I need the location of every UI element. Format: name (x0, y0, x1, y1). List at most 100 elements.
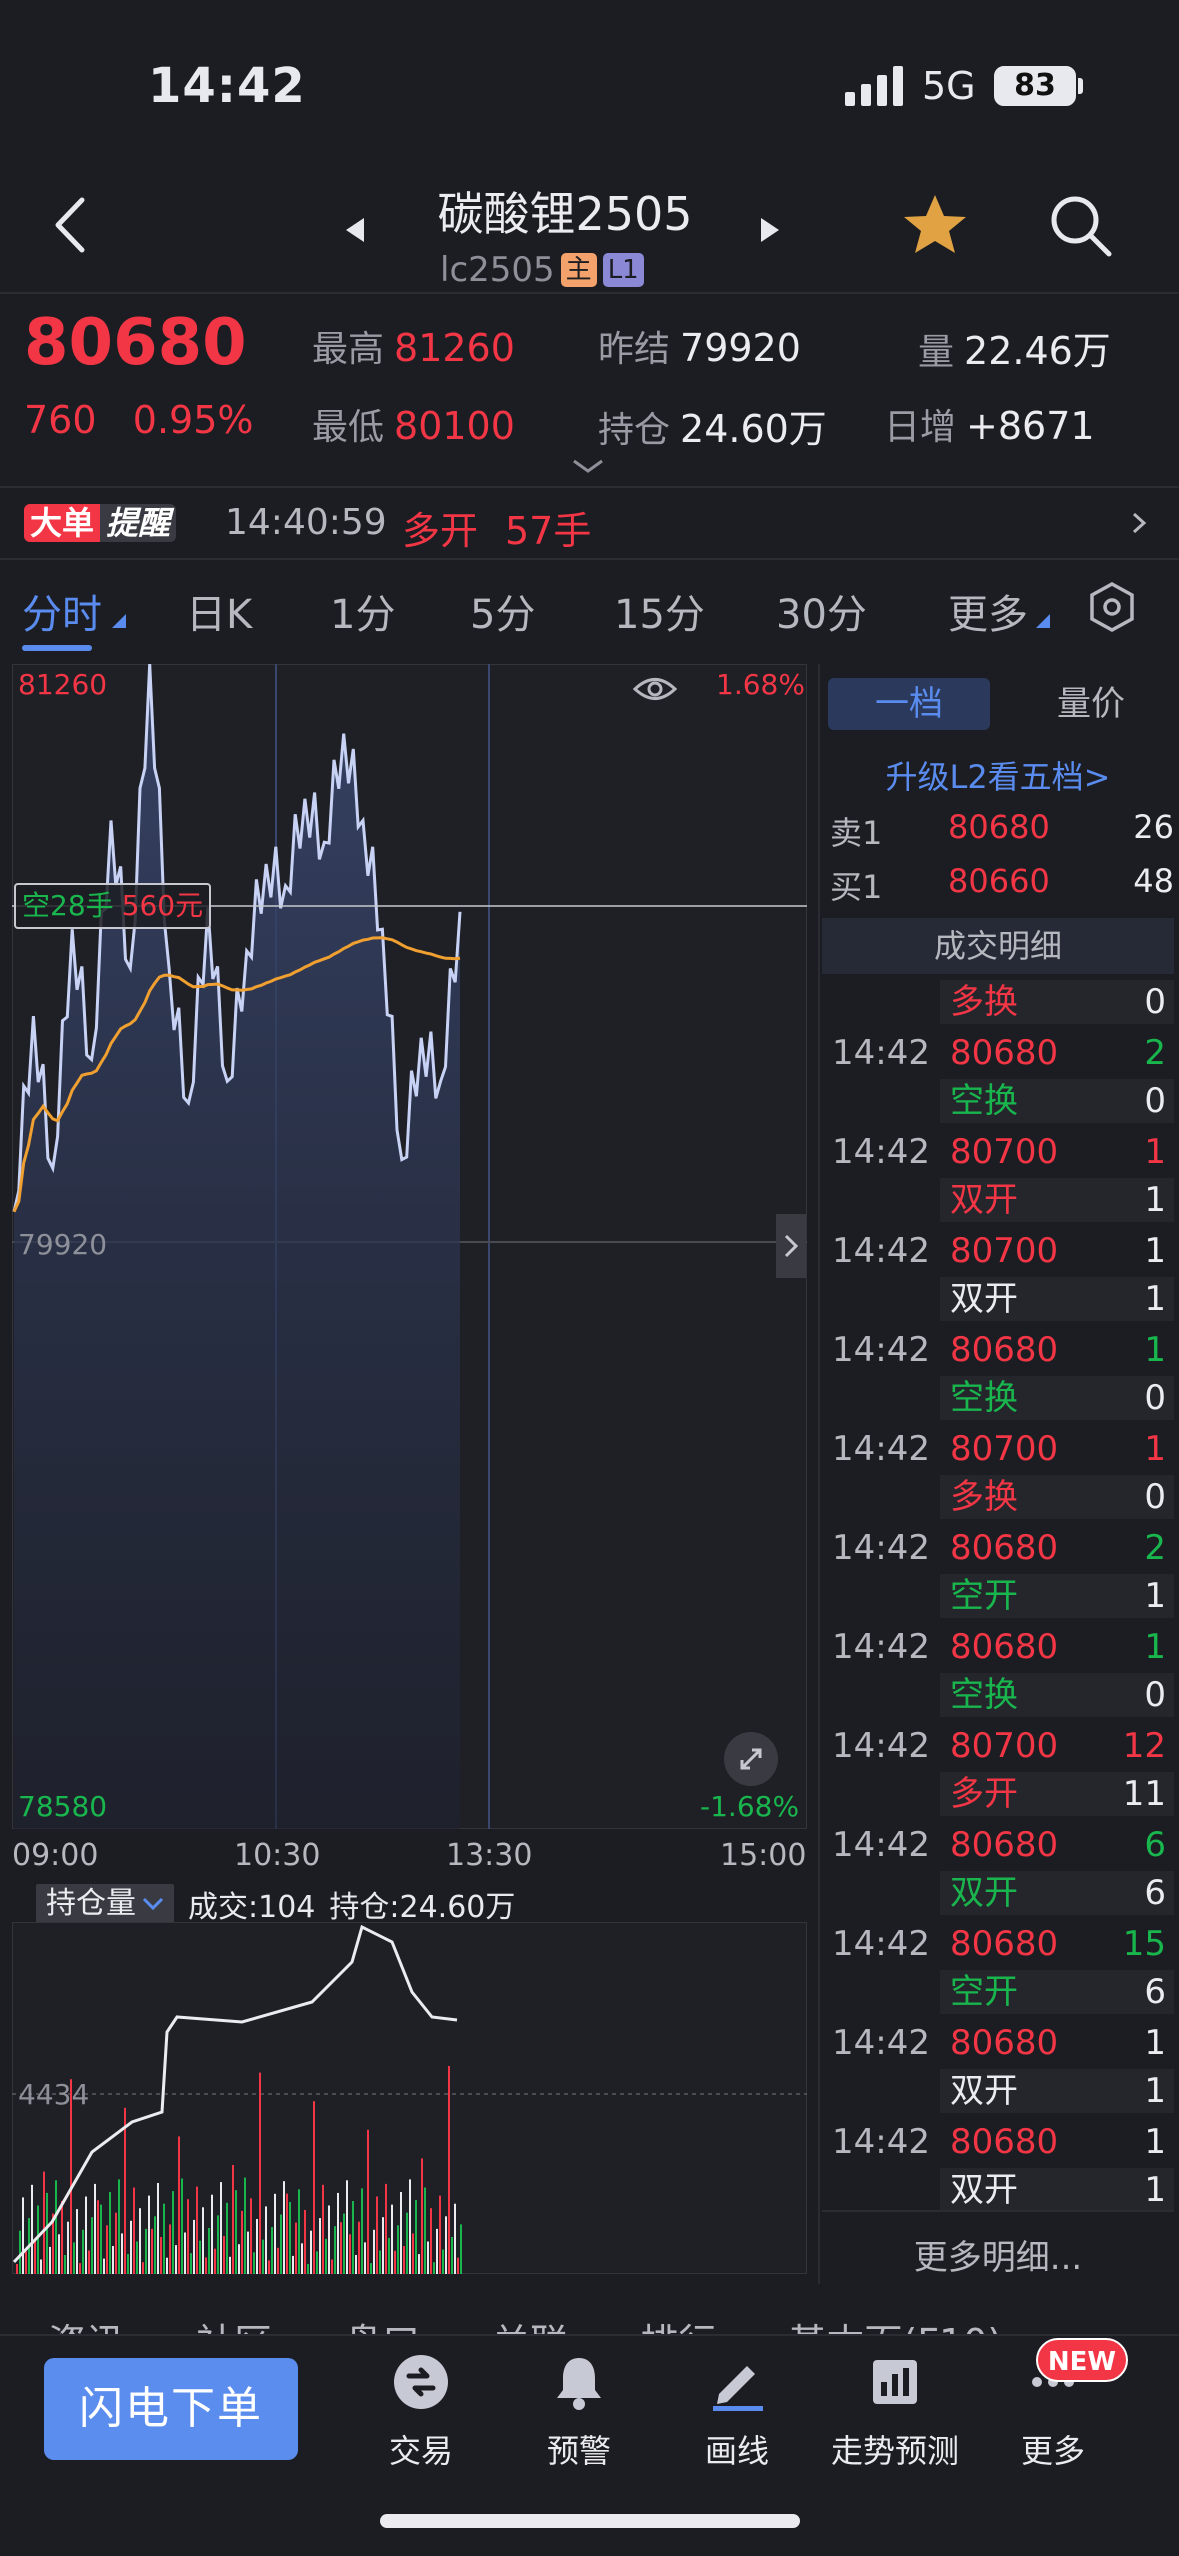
trade-price: 80680 (950, 2122, 1059, 2162)
search-icon[interactable] (1045, 190, 1115, 260)
trade-qty: 1 (1144, 1132, 1166, 1172)
trade-main: 14:42 80700 12 (822, 1723, 1174, 1769)
volume-bar (370, 2263, 372, 2274)
volume-bar (325, 2238, 327, 2274)
volume-bar (289, 2201, 291, 2274)
tab-more[interactable]: 更多 (948, 582, 1028, 640)
volume-bar (64, 2255, 66, 2274)
volume-bar (319, 2218, 321, 2274)
trade-qty: 2 (1144, 1033, 1166, 1073)
volume-bar (88, 2250, 90, 2274)
alert-badge-a: 大单 (24, 504, 101, 542)
eye-icon[interactable] (632, 672, 678, 706)
volume-bar (436, 2228, 438, 2274)
trade-type-label: 空开 (950, 1972, 1018, 2012)
tab-30min[interactable]: 30分 (776, 582, 867, 640)
tab-15min[interactable]: 15分 (614, 582, 705, 640)
volume-bar (280, 2214, 282, 2274)
trade-qty: 2 (1144, 1528, 1166, 1568)
tab-1min[interactable]: 1分 (330, 582, 395, 640)
open-interest-chart[interactable] (12, 1922, 807, 2274)
more-detail-link[interactable]: 更多明细... (822, 2230, 1174, 2279)
settings-hexagon-icon[interactable] (1085, 580, 1139, 634)
volume-bar (25, 2251, 27, 2274)
nav-forecast[interactable]: 走势预测 (830, 2352, 960, 2472)
nav-draw[interactable]: 画线 (672, 2352, 802, 2472)
next-contract-icon[interactable] (755, 210, 785, 250)
back-icon[interactable] (40, 190, 110, 260)
nav-draw-label: 画线 (704, 2432, 769, 2470)
prev-contract-icon[interactable] (340, 210, 370, 250)
trade-price: 80700 (950, 1231, 1059, 1271)
position-label: 空28手 560元 (14, 883, 212, 929)
volume-bar (367, 2129, 369, 2274)
nav-alert[interactable]: 预警 (514, 2352, 644, 2472)
volume-bar (214, 2248, 216, 2274)
volume-bar (19, 2230, 21, 2274)
volume-bar (217, 2215, 219, 2274)
chevron-right-icon[interactable] (776, 1214, 806, 1278)
trade-type: 多换 0 (940, 1475, 1174, 1519)
info-tabs[interactable]: 资讯 社区 盘口 关联 排行 基本面(F10) (0, 2290, 1179, 2334)
chevron-down-icon[interactable] (568, 455, 608, 477)
volume-bar (151, 2228, 153, 2274)
intraday-chart[interactable] (12, 664, 807, 1829)
volume-bar (283, 2181, 285, 2274)
trade-qty: 6 (1144, 1825, 1166, 1865)
bid-price: 80660 (948, 862, 1050, 900)
trade-main: 14:42 80680 1 (822, 1624, 1174, 1670)
tab-daily-k[interactable]: 日K (186, 582, 252, 640)
trade-main: 14:42 80680 15 (822, 1921, 1174, 1967)
day-increase-cell: 日增 +8671 (884, 398, 1095, 450)
volume-bar (166, 2257, 168, 2274)
trade-list[interactable]: 多换 0 14:42 80680 2 空换 0 14:42 80700 1 双开 1 14:42 8070… (822, 980, 1174, 2267)
trade-type: 空换 0 (940, 1079, 1174, 1123)
upgrade-l2-link[interactable]: 升级L2看五档> (822, 752, 1174, 798)
pen-icon (713, 2366, 763, 2411)
favorite-star-icon[interactable] (900, 190, 970, 260)
volume-bar (211, 2194, 213, 2274)
trade-type: 双开 1 (940, 1178, 1174, 1222)
fullscreen-icon[interactable] (724, 1732, 778, 1786)
volume-bar (184, 2232, 186, 2274)
tab-intraday-corner-icon (112, 614, 126, 628)
trade-qty: 1 (1144, 1231, 1166, 1271)
chevron-right-icon[interactable] (1128, 510, 1150, 536)
trade-price: 80680 (950, 1033, 1059, 1073)
trade-type-label: 双开 (950, 1279, 1018, 1319)
high-value: 81260 (394, 326, 515, 370)
trade-main: 14:42 80680 2 (822, 1525, 1174, 1571)
trade-main: 14:42 80680 6 (822, 1822, 1174, 1868)
info-tabs-labels[interactable]: 资讯 社区 盘口 关联 排行 基本面(F10) (48, 2312, 1002, 2334)
volume-bar (76, 2209, 78, 2274)
volume-bar (400, 2192, 402, 2274)
home-indicator[interactable] (380, 2514, 800, 2528)
volume-bar (112, 2246, 114, 2274)
trade-price: 80700 (950, 1429, 1059, 1469)
flash-order-button[interactable]: 闪电下单 (44, 2358, 298, 2460)
tab-intraday[interactable]: 分时 (22, 582, 102, 640)
volume-bar (241, 2210, 243, 2274)
tab-volume-price[interactable]: 量价 (1010, 678, 1172, 730)
volume-bar (238, 2244, 240, 2274)
trade-time: 14:42 (832, 2122, 930, 2162)
nav-trade[interactable]: 交易 (356, 2352, 486, 2472)
trade-type: 空换 0 (940, 1673, 1174, 1717)
day-increase-label: 日增 (884, 407, 957, 448)
x-label-1330: 13:30 (446, 1838, 533, 1873)
ask-qty: 26 (1133, 808, 1174, 846)
prev-settle-cell: 昨结 79920 (598, 320, 801, 372)
ask-price: 80680 (948, 808, 1050, 846)
indicator-select[interactable]: 持仓量 (36, 1884, 174, 1924)
trade-row: 空开 1 14:42 80680 1 (822, 1574, 1174, 1673)
volume-bar (376, 2196, 378, 2274)
volume-bar (49, 2246, 51, 2274)
volume-bar (364, 2242, 366, 2274)
tab-5min[interactable]: 5分 (470, 582, 535, 640)
volume-bar (37, 2205, 39, 2274)
volume-bar (121, 2233, 123, 2274)
volume-bar (313, 2101, 315, 2274)
indicator-select-label: 持仓量 (46, 1886, 136, 1921)
volume-bar (256, 2219, 258, 2274)
tab-level1[interactable]: 一档 (828, 678, 990, 730)
